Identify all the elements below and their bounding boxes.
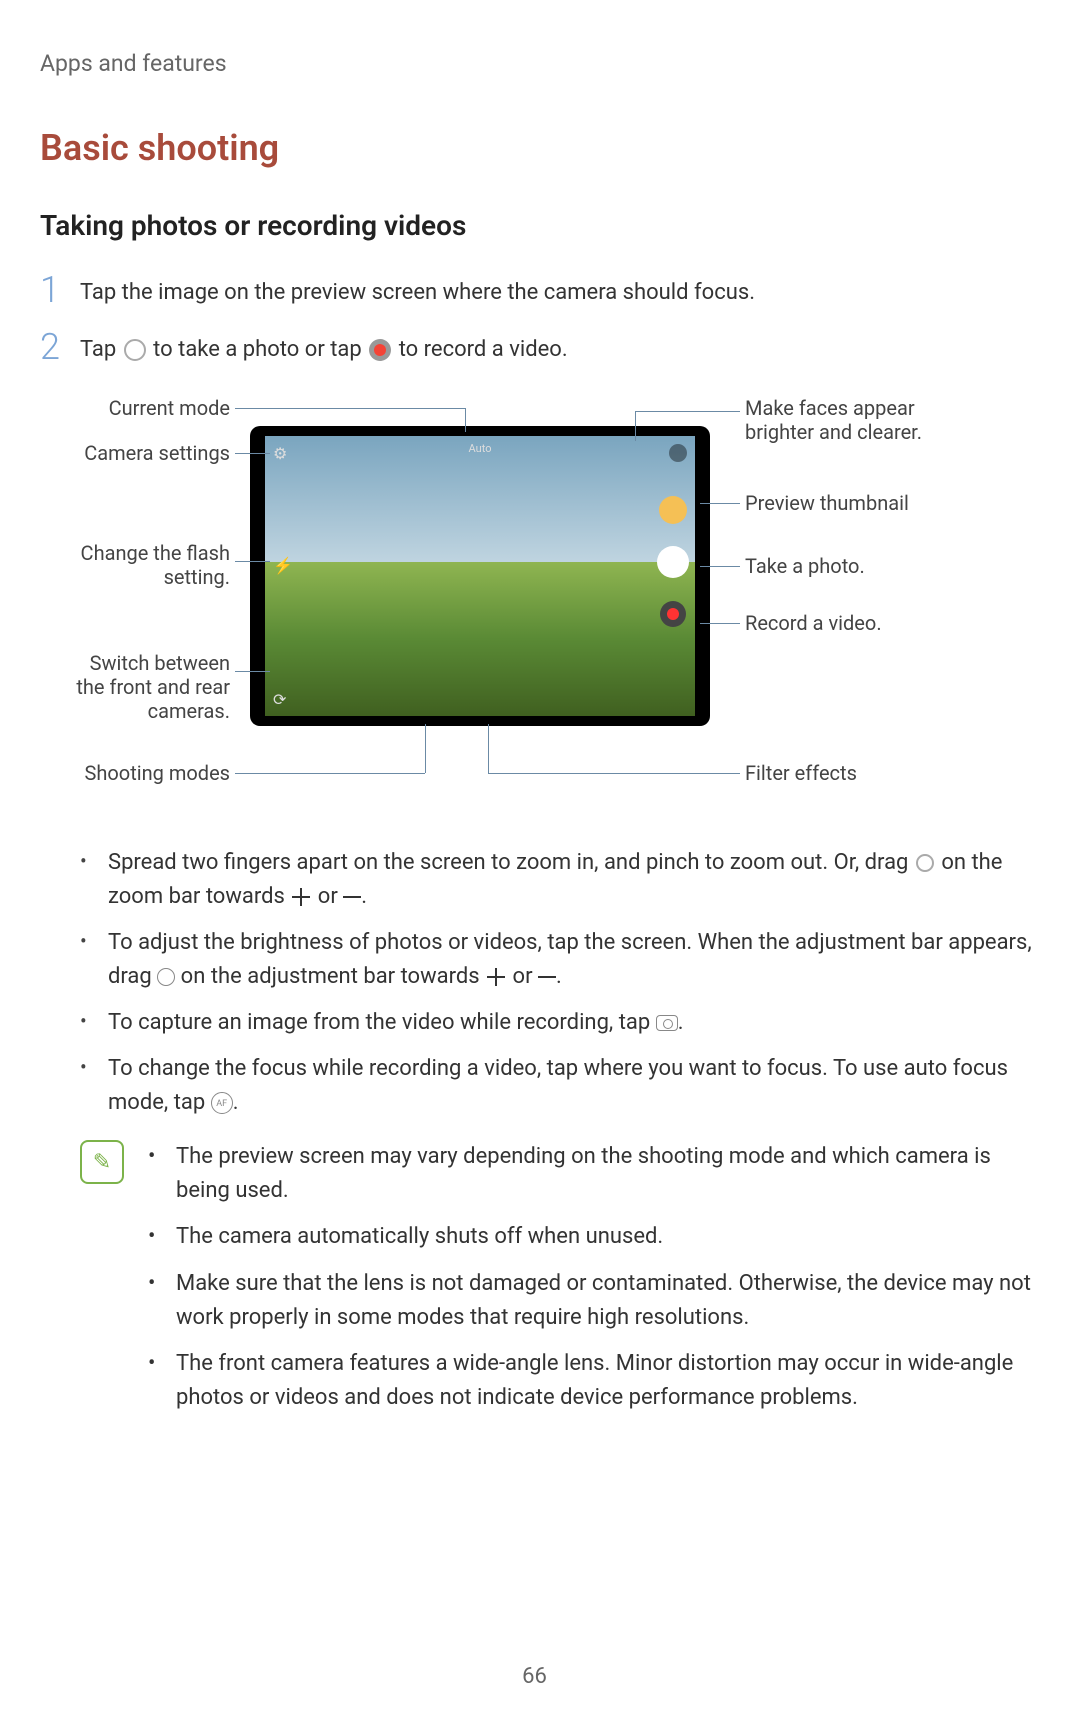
plus-icon xyxy=(487,968,505,986)
mode-label: Auto xyxy=(469,442,492,455)
phone-body: ⚙ Auto ⚡ ⟳ xyxy=(250,426,710,726)
camera-preview: ⚙ Auto ⚡ ⟳ xyxy=(265,436,695,716)
capture-icon xyxy=(656,1015,678,1031)
note-block: ✎ The preview screen may vary depending … xyxy=(80,1140,1049,1427)
list-item: To change the focus while recording a vi… xyxy=(80,1052,1049,1120)
switch-camera-icon: ⟳ xyxy=(273,690,291,708)
settings-icon: ⚙ xyxy=(273,444,291,462)
page-number: 66 xyxy=(0,1664,1069,1689)
preview-thumbnail-icon xyxy=(659,496,687,524)
record-button-icon xyxy=(660,601,686,627)
subsection-title: Taking photos or recording videos xyxy=(40,209,1069,242)
callout-record-video: Record a video. xyxy=(745,611,945,635)
autofocus-icon: AF xyxy=(211,1092,233,1114)
plus-icon xyxy=(292,888,310,906)
callout-camera-settings: Camera settings xyxy=(60,441,230,465)
shutter-button-icon xyxy=(657,546,689,578)
list-item: To adjust the brightness of photos or vi… xyxy=(80,926,1049,994)
beauty-icon xyxy=(669,444,687,462)
zoom-handle-icon xyxy=(916,854,934,872)
list-item: The front camera features a wide-angle l… xyxy=(148,1347,1049,1415)
callout-current-mode: Current mode xyxy=(60,396,230,420)
callout-make-faces: Make faces appear brighter and clearer. xyxy=(745,396,945,444)
minus-icon xyxy=(343,896,361,898)
callout-filter-effects: Filter effects xyxy=(745,761,945,785)
list-item: The preview screen may vary depending on… xyxy=(148,1140,1049,1208)
record-icon xyxy=(369,339,391,361)
note-icon: ✎ xyxy=(80,1140,124,1184)
callout-change-flash: Change the flash setting. xyxy=(60,541,230,589)
shutter-icon xyxy=(124,339,146,361)
step-number: 1 xyxy=(40,272,60,308)
note-list: The preview screen may vary depending on… xyxy=(148,1140,1049,1427)
list-item: Make sure that the lens is not damaged o… xyxy=(148,1267,1049,1335)
list-item: The camera automatically shuts off when … xyxy=(148,1220,1049,1254)
callout-preview-thumb: Preview thumbnail xyxy=(745,491,945,515)
camera-diagram: ⚙ Auto ⚡ ⟳ Current mode Camera settings … xyxy=(60,396,960,816)
bullet-list: Spread two fingers apart on the screen t… xyxy=(80,846,1049,1121)
step-2: 2 Tap to take a photo or tap to record a… xyxy=(40,329,1069,366)
brightness-icon xyxy=(157,968,175,986)
step-text: Tap the image on the preview screen wher… xyxy=(80,272,755,309)
step-1: 1 Tap the image on the preview screen wh… xyxy=(40,272,1069,309)
callout-switch-cameras: Switch between the front and rear camera… xyxy=(60,651,230,723)
callout-shooting-modes: Shooting modes xyxy=(60,761,230,785)
list-item: To capture an image from the video while… xyxy=(80,1006,1049,1040)
list-item: Spread two fingers apart on the screen t… xyxy=(80,846,1049,914)
page-header: Apps and features xyxy=(40,50,1069,77)
step-number: 2 xyxy=(40,329,60,365)
callout-take-photo: Take a photo. xyxy=(745,554,945,578)
minus-icon xyxy=(538,976,556,978)
flash-icon: ⚡ xyxy=(273,556,291,574)
section-title: Basic shooting xyxy=(40,127,1069,169)
step-text: Tap to take a photo or tap to record a v… xyxy=(80,329,568,366)
